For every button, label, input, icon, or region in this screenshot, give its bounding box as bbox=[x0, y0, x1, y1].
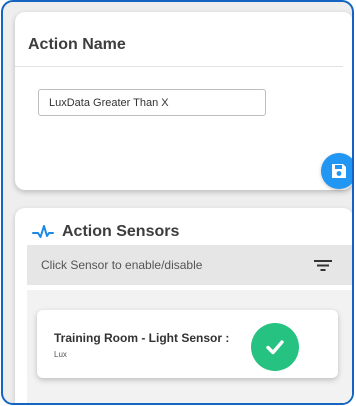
sensor-list: Training Room - Light Sensor : Lux bbox=[27, 290, 352, 403]
sensor-item[interactable]: Training Room - Light Sensor : Lux bbox=[37, 310, 338, 378]
filter-icon bbox=[314, 260, 332, 271]
check-icon bbox=[266, 340, 284, 355]
action-name-title: Action Name bbox=[28, 36, 126, 53]
sensor-name: Training Room - Light Sensor : bbox=[54, 331, 230, 345]
save-button[interactable] bbox=[321, 153, 352, 189]
sensors-header: Action Sensors bbox=[32, 223, 179, 241]
filter-bar: Click Sensor to enable/disable bbox=[27, 245, 352, 285]
sensor-enabled-toggle[interactable] bbox=[251, 323, 299, 371]
sensor-unit: Lux bbox=[54, 350, 67, 359]
floppy-disk-icon bbox=[332, 164, 346, 178]
panel-frame: Action Name Action Sensors Click Sensor … bbox=[1, 0, 354, 405]
action-name-input[interactable] bbox=[38, 89, 266, 116]
divider bbox=[15, 66, 343, 67]
action-sensors-card: Action Sensors Click Sensor to enable/di… bbox=[15, 208, 352, 403]
action-name-card: Action Name bbox=[15, 12, 352, 190]
activity-pulse-icon bbox=[32, 225, 54, 238]
action-sensors-title: Action Sensors bbox=[62, 223, 180, 240]
filter-hint-text: Click Sensor to enable/disable bbox=[41, 258, 203, 272]
filter-button[interactable] bbox=[312, 254, 334, 276]
